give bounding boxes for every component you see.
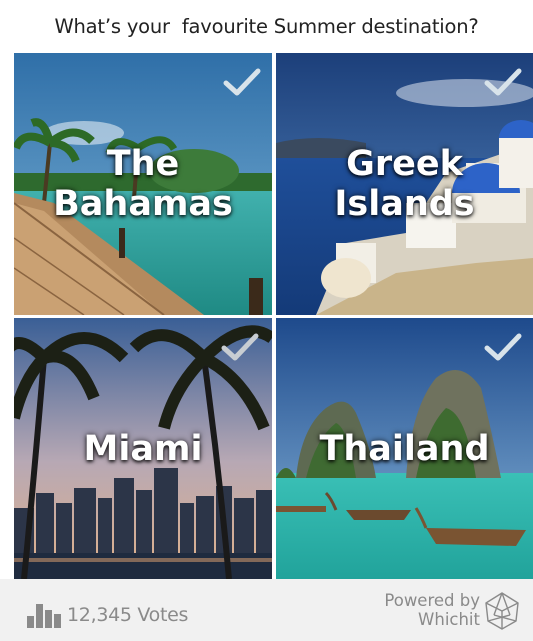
powered-by-text: Powered by: [384, 591, 480, 610]
votes-label: 12,345 Votes: [67, 604, 189, 626]
option-label: Greek Islands: [334, 144, 475, 224]
options-grid: The Bahamas Greek Islands Miami Thailand: [14, 53, 533, 579]
brand-name: Whichit: [418, 610, 480, 629]
poll-widget: What’s your favourite Summer destination…: [0, 0, 533, 641]
option-miami[interactable]: Miami: [14, 318, 272, 579]
option-label: Miami: [83, 428, 203, 469]
whichit-logo-icon[interactable]: [484, 591, 520, 631]
option-greek-islands[interactable]: Greek Islands: [276, 53, 533, 315]
option-thailand[interactable]: Thailand: [276, 318, 533, 579]
option-label: The Bahamas: [53, 144, 233, 224]
bar-chart-icon: [27, 604, 61, 628]
check-icon: [484, 333, 522, 361]
poll-question: What’s your favourite Summer destination…: [54, 14, 479, 38]
option-label: Thailand: [319, 428, 490, 469]
vote-count: 12,345 Votes: [27, 600, 188, 630]
option-bahamas[interactable]: The Bahamas: [14, 53, 272, 315]
powered-by[interactable]: Powered by Whichit: [340, 591, 480, 629]
check-icon: [221, 333, 259, 361]
check-icon: [484, 68, 522, 96]
check-icon: [223, 68, 261, 96]
